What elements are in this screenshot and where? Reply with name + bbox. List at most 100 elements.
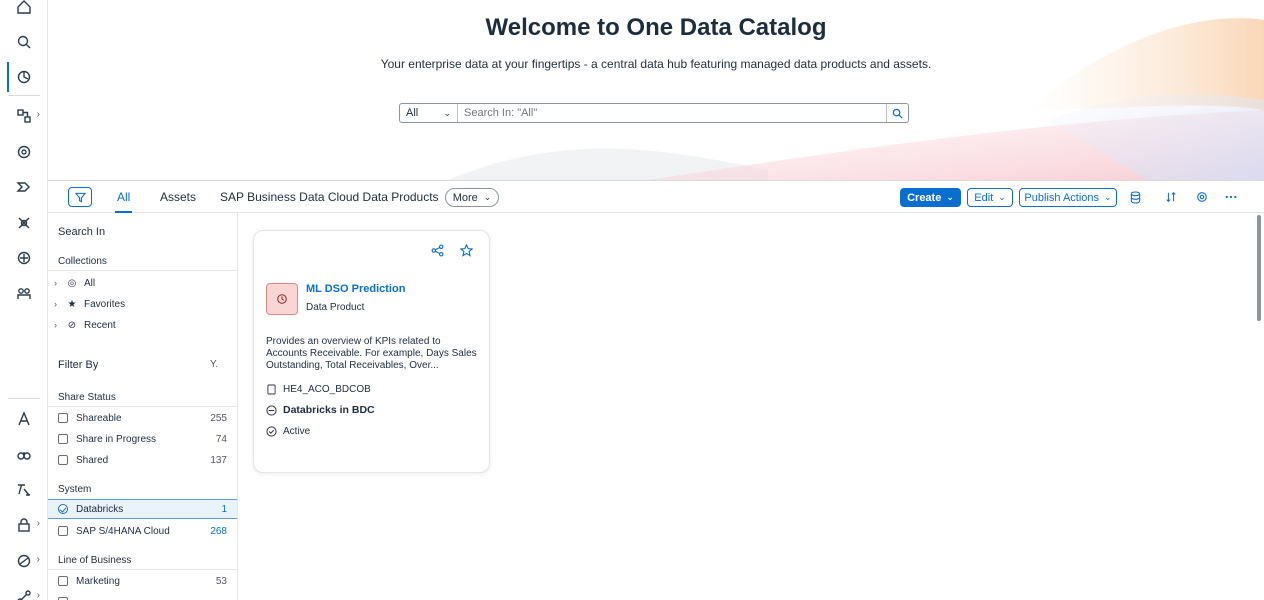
filter-option-label: Shareable [76,412,122,424]
card-source-system: Databricks in BDC [266,402,375,418]
card-system-text: Databricks in BDC [283,404,375,416]
search-scope-value: All [406,107,419,119]
settings-icon[interactable] [1194,189,1210,205]
collection-label: All [84,277,96,289]
section-divider [48,569,237,570]
filter-option-marketing[interactable]: Marketing 53 [48,571,237,591]
search-bar: All ⌄ [399,103,909,123]
filter-option-label: Share in Progress [76,433,157,445]
home-icon[interactable] [0,0,48,22]
data-access-icon[interactable] [0,208,48,238]
sort-icon[interactable] [1163,189,1179,205]
publish-actions-label: Publish Actions [1024,191,1100,204]
filter-option-count: 74 [215,433,227,445]
monitor-icon[interactable] [0,439,48,469]
checkbox[interactable] [58,526,68,536]
search-scope-select[interactable]: All ⌄ [400,104,458,122]
translation-icon[interactable] [0,404,48,434]
filter-option-databricks[interactable]: Databricks 1 [48,499,237,519]
card-id-text: HE4_ACO_BDCOB [283,383,371,395]
filter-option-share-in-progress[interactable]: Share in Progress 74 [48,429,237,449]
catalog-icon[interactable] [0,62,48,92]
results-scrollbar[interactable] [1257,215,1261,321]
filter-option-label: Shared [76,454,109,466]
collection-item-recent[interactable]: › ⊘ Recent [54,317,116,333]
filter-toggle-button[interactable] [68,187,92,207]
page-subtitle: Your enterprise data at your fingertips … [380,57,932,71]
data-product-icon [266,283,298,315]
card-status-text: Active [283,425,311,437]
system-icon [266,404,277,416]
collection-label: Favorites [84,298,126,310]
collection-item-all[interactable]: › ◎ All [54,275,95,291]
business-builder-icon[interactable] [0,137,48,167]
rail-divider [8,95,40,96]
checkbox[interactable] [58,413,68,423]
filter-option-partial[interactable] [48,592,237,600]
collection-label: Recent [84,319,116,331]
card-status: Active [266,423,310,439]
checkbox[interactable] [58,576,68,586]
filter-icon [74,192,86,203]
chevron-down-icon: ⌄ [1104,192,1112,202]
chevron-right-icon: › [54,278,57,288]
card-title[interactable]: ML DSO Prediction [306,283,405,295]
database-icon[interactable] [1127,189,1143,205]
checkbox[interactable] [58,434,68,444]
search-icon [892,108,903,119]
filter-option-count: 1 [221,503,227,515]
edit-button[interactable]: Edit ⌄ [967,188,1013,207]
search-button[interactable] [886,104,908,122]
filter-option-count: 255 [210,412,227,424]
data-product-card[interactable]: ML DSO Prediction Data Product Provides … [253,230,490,473]
share-icon[interactable] [430,243,444,257]
system-heading: System [58,484,92,495]
tab-assets[interactable]: Assets [160,181,196,213]
catalog-icon: ◎ [67,277,77,289]
more-tabs-button[interactable]: More ⌄ [445,188,499,207]
card-description: Provides an overview of KPIs related to … [266,336,477,371]
collection-item-favorites[interactable]: › ★ Favorites [54,296,125,312]
side-navigation: › › › › [0,0,48,600]
data-builder-icon[interactable]: › [0,101,48,131]
search-in-heading: Search In [58,226,106,238]
filter-option-count: 53 [215,575,227,587]
filter-option-sap-s4hana-cloud[interactable]: SAP S/4HANA Cloud 268 [48,521,237,541]
space-management-icon[interactable] [0,279,48,309]
publish-actions-button[interactable]: Publish Actions ⌄ [1019,188,1117,207]
integration-icon[interactable] [0,243,48,273]
language-icon[interactable] [0,475,48,505]
create-button-label: Create [907,191,942,204]
search-catalog-icon[interactable] [0,27,48,57]
chevron-down-icon: ⌄ [443,107,451,118]
catalog-toolbar: All Assets SAP Business Data Cloud Data … [48,180,1264,213]
filter-option-count: 137 [210,454,227,466]
search-input[interactable] [458,104,886,122]
filter-option-label: SAP S/4HANA Cloud [76,525,170,537]
chevron-right-icon: › [36,518,40,529]
create-button[interactable]: Create ⌄ [900,188,961,207]
rail-divider [8,398,40,399]
history-icon: ⊘ [67,319,77,331]
clear-filters-icon[interactable]: Y. [210,359,218,370]
checkbox-checked[interactable] [58,504,68,514]
filter-panel: Search In Collections › ◎ All › ★ Favori… [48,213,238,600]
data-flow-icon[interactable] [0,172,48,202]
more-tabs-label: More [452,191,478,204]
hero-banner: Welcome to One Data Catalog Your enterpr… [48,0,1264,180]
filter-option-count: 268 [210,525,227,537]
overflow-menu-icon[interactable] [1223,189,1239,205]
filter-option-shareable[interactable]: Shareable 255 [48,408,237,428]
tab-sap-business-data-cloud-data-products[interactable]: SAP Business Data Cloud Data Products [220,181,439,213]
page-title: Welcome to One Data Catalog [485,14,827,41]
tab-all[interactable]: All [114,181,133,213]
connections-icon[interactable]: › [0,582,48,600]
edit-button-label: Edit [974,191,994,204]
star-icon: ★ [67,298,77,310]
security-icon[interactable]: › [0,510,48,540]
checkbox[interactable] [58,455,68,465]
filter-option-shared[interactable]: Shared 137 [48,450,237,470]
chevron-right-icon: › [36,554,40,565]
favorite-star-icon[interactable] [459,243,473,257]
system-icon[interactable]: › [0,546,48,576]
